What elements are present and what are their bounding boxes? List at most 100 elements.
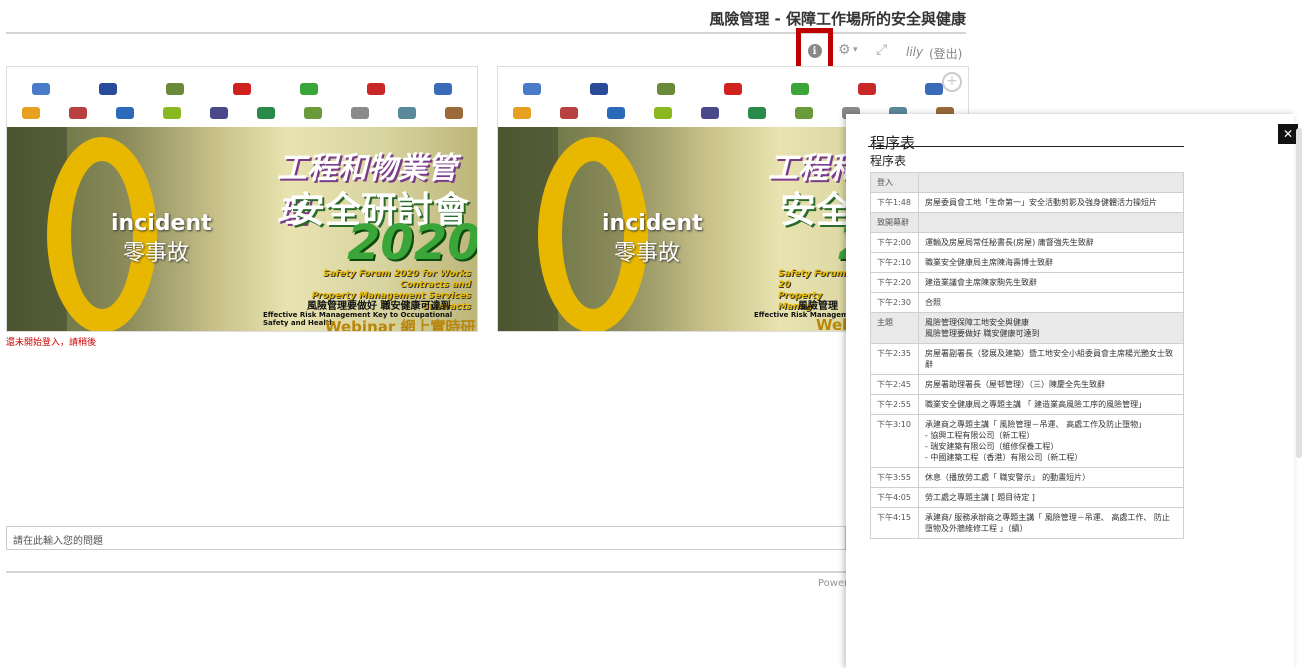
schedule-time: 下午1:48 (870, 192, 919, 213)
webinar-banner-left: incident 零事故 工程和物業管理 安全研討會 2020 Safety F… (6, 66, 478, 332)
schedule-row: 下午2:35 房屋署副署長（發展及建築）暨工地安全小組委員會主席楊光艷女士致辭 (870, 343, 1184, 375)
schedule-row: 下午2:20 建造業議會主席陳家駒先生致辭 (870, 272, 1184, 293)
schedule-row: 下午2:55 職業安全健康局之專題主講 「 建造業高風險工序的風險管理」 (870, 394, 1184, 415)
question-input[interactable]: 請在此輸入您的問題 (6, 526, 846, 550)
zero-incident-cn: 零事故 (123, 241, 190, 266)
schedule-item: 房屋署副署長（發展及建築）暨工地安全小組委員會主席楊光艷女士致辭 (918, 343, 1184, 375)
schedule-time: 下午3:10 (870, 414, 919, 468)
schedule-row: 下午2:45 房屋署助理署長（屋邨管理）（三）陳慶全先生致辭 (870, 374, 1184, 395)
schedule-row: 主題 風險管理保障工地安全與健康 風險管理要做好 職安健康可達到 (870, 312, 1184, 344)
logo-icon (21, 107, 40, 119)
schedule-row: 下午3:55 休息（播放勞工處「 職安警示」 的動畫短片） (870, 467, 1184, 488)
logo-icon (162, 107, 181, 119)
schedule-item (918, 172, 1184, 193)
chevron-down-icon[interactable]: ▾ (853, 45, 858, 55)
schedule-item: 建造業議會主席陳家駒先生致辭 (918, 272, 1184, 293)
schedule-row: 登入 (870, 172, 1184, 193)
logo-icon (522, 83, 541, 95)
gear-icon[interactable]: ⚙ (838, 42, 851, 58)
logo-icon (925, 83, 944, 95)
panel-scrollbar[interactable] (1296, 128, 1302, 458)
logo-icon (115, 107, 134, 119)
schedule-row: 下午2:10 職業安全健康局主席陳海壽博士致辭 (870, 252, 1184, 273)
logo-icon (794, 107, 813, 119)
zoom-in-icon[interactable]: + (942, 72, 962, 92)
page-title: 風險管理 - 保障工作場所的安全與健康 (709, 10, 966, 28)
sponsor-logos-row-2 (7, 101, 477, 125)
logo-icon (256, 107, 275, 119)
expand-icon[interactable]: ⤢ (876, 42, 887, 58)
user-name: lily (906, 45, 924, 59)
zero-incident-cn: 零事故 (614, 241, 681, 266)
schedule-time: 下午4:15 (870, 507, 919, 539)
sponsor-logos-row-1 (7, 77, 477, 101)
schedule-time: 登入 (870, 172, 919, 193)
incident-text: incident (111, 211, 212, 236)
schedule-time: 下午2:55 (870, 394, 919, 415)
forum-english-line1: Safety Forum 20 (778, 269, 846, 290)
schedule-time: 下午2:10 (870, 252, 919, 273)
forum-english-line1: Safety Forum 2020 for Works Contracts an… (322, 269, 471, 290)
schedule-item: 承建商/ 服務承辦商之專題主講「 風險管理－吊運、 高處工作、 防止墮物及外牆維… (918, 507, 1184, 539)
logo-icon (723, 83, 742, 95)
schedule-item: 職業安全健康局主席陳海壽博士致辭 (918, 252, 1184, 273)
banner-artwork: incident 零事故 工程和物業管理 安全研討會 2020 Safety F… (7, 127, 478, 332)
schedule-time: 致開幕辭 (870, 212, 919, 233)
logo-icon (444, 107, 463, 119)
schedule-item: 房屋署助理署長（屋邨管理）（三）陳慶全先生致辭 (918, 374, 1184, 395)
schedule-time: 下午3:55 (870, 467, 919, 488)
logo-icon (791, 83, 810, 95)
logo-icon (300, 83, 319, 95)
logo-icon (858, 83, 877, 95)
logo-icon (350, 107, 369, 119)
incident-text: incident (602, 211, 703, 236)
schedule-item: 休息（播放勞工處「 職安警示」 的動畫短片） (918, 467, 1184, 488)
info-icon[interactable]: i (807, 44, 822, 58)
logo-icon (747, 107, 766, 119)
schedule-item: 承建商之專題主講「 風險管理－吊運、 高處工作及防止墮物」 - 協興工程有限公司… (918, 414, 1184, 468)
schedule-row: 下午1:48 房屋委員會工地「生命第一」安全活動剪影及強身健體活力操短片 (870, 192, 1184, 213)
schedule-time: 下午4:05 (870, 487, 919, 508)
schedule-item: 運輸及房屋局常任秘書長(房屋) 庸督強先生致辭 (918, 232, 1184, 253)
logo-icon (606, 107, 625, 119)
login-hint: 還未開始登入，請稍後 (6, 338, 97, 348)
schedule-row: 下午4:15 承建商/ 服務承辦商之專題主講「 風險管理－吊運、 高處工作、 防止… (870, 507, 1184, 539)
schedule-row: 下午3:10 承建商之專題主講「 風險管理－吊運、 高處工作及防止墮物」 - 協興… (870, 414, 1184, 468)
logout-link[interactable]: (登出) (929, 45, 962, 62)
schedule-table: 登入 下午1:48 房屋委員會工地「生命第一」安全活動剪影及強身健體活力操短片 致開幕… (870, 172, 1184, 539)
logo-icon (512, 107, 531, 119)
logo-icon (367, 83, 386, 95)
schedule-row: 下午4:05 勞工處之專題主講 [ 題目待定 ] (870, 487, 1184, 508)
webinar-label: Webinar 網上實時研討會 (325, 318, 476, 332)
logo-icon (434, 83, 453, 95)
schedule-item: 勞工處之專題主講 [ 題目待定 ] (918, 487, 1184, 508)
banner-year: 2020 (347, 215, 478, 271)
schedule-time: 下午2:00 (870, 232, 919, 253)
schedule-row: 下午2:30 合照 (870, 292, 1184, 313)
schedule-item: 職業安全健康局之專題主講 「 建造業高風險工序的風險管理」 (918, 394, 1184, 415)
bottom-divider (6, 571, 846, 573)
logo-icon (303, 107, 322, 119)
risk-slogan-cn: 風險管理要做好 職安健康可達到 (307, 301, 451, 312)
schedule-time: 下午2:35 (870, 343, 919, 375)
schedule-row: 致開幕辭 (870, 212, 1184, 233)
schedule-item: 合照 (918, 292, 1184, 313)
logo-icon (559, 107, 578, 119)
logo-icon (31, 83, 50, 95)
sponsor-logos-row-1 (498, 77, 968, 101)
risk-slogan-cn: 風險管理 (798, 301, 838, 312)
logo-icon (700, 107, 719, 119)
schedule-time: 主題 (870, 312, 919, 344)
logo-icon (232, 83, 251, 95)
logo-icon (397, 107, 416, 119)
schedule-time: 下午2:45 (870, 374, 919, 395)
schedule-item: 風險管理保障工地安全與健康 風險管理要做好 職安健康可達到 (918, 312, 1184, 344)
close-icon[interactable]: ✕ (1278, 124, 1298, 144)
logo-icon (653, 107, 672, 119)
schedule-time: 下午2:30 (870, 292, 919, 313)
schedule-row: 下午2:00 運輸及房屋局常任秘書長(房屋) 庸督強先生致辭 (870, 232, 1184, 253)
logo-icon (98, 83, 117, 95)
program-panel: 程序表 程序表 登入 下午1:48 房屋委員會工地「生命第一」安全活動剪影及強身健體… (846, 114, 1294, 668)
logo-icon (68, 107, 87, 119)
logo-icon (656, 83, 675, 95)
